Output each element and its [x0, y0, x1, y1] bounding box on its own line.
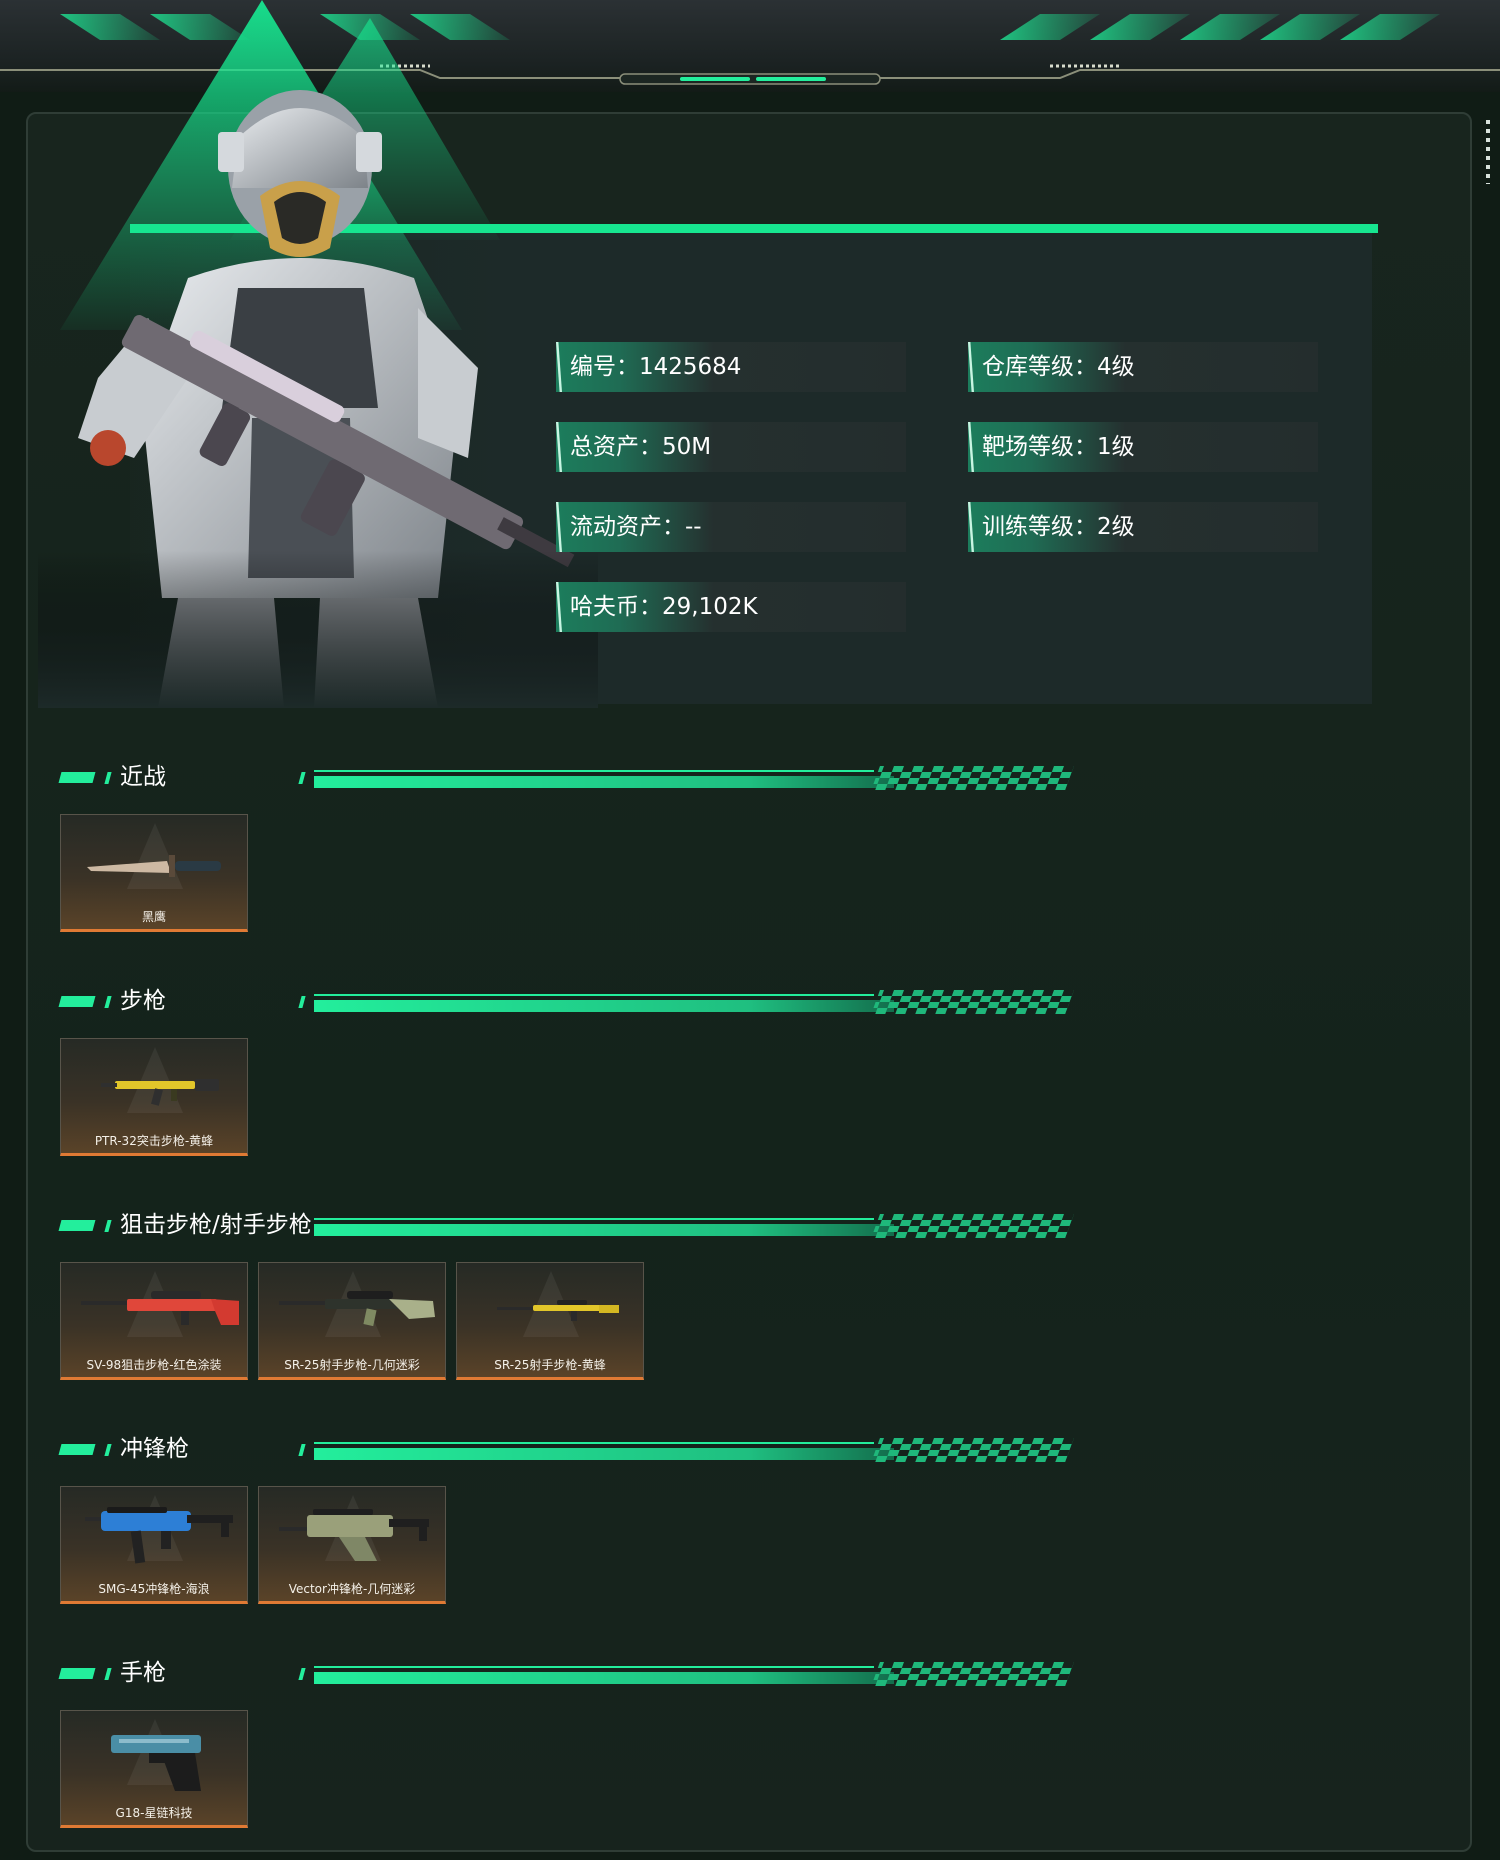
stat-label: 流动资产： — [570, 514, 685, 540]
item-name: SR-25射手步枪-几何迷彩 — [284, 1358, 420, 1372]
stat-label: 训练等级： — [982, 514, 1097, 540]
item-name: PTR-32突击步枪-黄蜂 — [94, 1134, 214, 1148]
section-header-smg: 冲锋枪 — [58, 1432, 1080, 1468]
stat-player-id: 编号：1425684 — [556, 342, 906, 392]
stat-label: 哈夫币： — [570, 594, 662, 620]
section-divider-bar — [314, 1438, 1074, 1462]
section-mark — [58, 1220, 96, 1231]
stat-warehouse-level: 仓库等级：4级 — [968, 342, 1318, 392]
section-mark — [58, 1444, 96, 1455]
stat-value: 50M — [662, 434, 712, 460]
section-divider-bar — [314, 1662, 1074, 1686]
marksman-rifle-icon — [497, 1300, 619, 1321]
stat-value: 1425684 — [639, 354, 742, 380]
item-card[interactable]: PTR-32突击步枪-黄蜂 — [60, 1038, 248, 1156]
stat-value: -- — [685, 514, 702, 540]
stat-total-assets: 总资产：50M — [556, 422, 906, 472]
item-name: SMG-45冲锋枪-海浪 — [98, 1582, 210, 1596]
marksman-rifle-icon — [279, 1291, 435, 1327]
section-header-rifle: 步枪 — [58, 984, 1080, 1020]
smg-icon — [279, 1509, 429, 1561]
item-card[interactable]: SV-98狙击步枪-红色涂装 — [60, 1262, 248, 1380]
stat-liquid-assets: 流动资产：-- — [556, 502, 906, 552]
stat-value: 29,102K — [662, 594, 758, 620]
stat-value: 2级 — [1097, 514, 1135, 540]
section-title: 冲锋枪 — [120, 1436, 189, 1462]
knife-icon — [87, 855, 221, 877]
operator-avatar — [38, 78, 598, 708]
section-title: 手枪 — [120, 1660, 166, 1686]
stat-label: 总资产： — [570, 434, 662, 460]
section-tick — [298, 1668, 306, 1680]
stat-label: 仓库等级： — [982, 354, 1097, 380]
stat-range-level: 靶场等级：1级 — [968, 422, 1318, 472]
section-mark — [104, 1444, 112, 1456]
stat-value: 1级 — [1097, 434, 1135, 460]
section-mark — [104, 996, 112, 1008]
section-tick — [298, 996, 306, 1008]
item-card[interactable]: G18-星链科技 — [60, 1710, 248, 1828]
item-card[interactable]: SR-25射手步枪-黄蜂 — [456, 1262, 644, 1380]
stat-label: 编号： — [570, 354, 639, 380]
section-mark — [58, 1668, 96, 1679]
section-divider-bar — [314, 766, 1074, 790]
item-name: G18-星链科技 — [115, 1806, 193, 1820]
section-divider-bar — [314, 990, 1074, 1014]
section-tick — [298, 1444, 306, 1456]
section-mark — [104, 1220, 112, 1232]
section-title: 步枪 — [120, 988, 166, 1014]
sniper-rifle-icon — [81, 1291, 239, 1325]
section-tick — [298, 772, 306, 784]
item-card[interactable]: Vector冲锋枪-几何迷彩 — [258, 1486, 446, 1604]
section-divider-bar — [314, 1214, 1074, 1238]
item-name: SV-98狙击步枪-红色涂装 — [86, 1358, 222, 1372]
stat-training-level: 训练等级：2级 — [968, 502, 1318, 552]
item-name: Vector冲锋枪-几何迷彩 — [288, 1582, 416, 1596]
item-card[interactable]: 黑鹰 — [60, 814, 248, 932]
section-mark — [58, 996, 96, 1007]
stat-value: 4级 — [1097, 354, 1135, 380]
item-name: 黑鹰 — [141, 910, 166, 924]
item-card[interactable]: SMG-45冲锋枪-海浪 — [60, 1486, 248, 1604]
stat-label: 靶场等级： — [982, 434, 1097, 460]
section-header-melee: 近战 — [58, 760, 1080, 796]
side-dots-decor — [1486, 120, 1490, 184]
section-mark — [104, 1668, 112, 1680]
pistol-icon — [111, 1735, 201, 1791]
stat-haf-coin: 哈夫币：29,102K — [556, 582, 906, 632]
section-mark — [58, 772, 96, 783]
item-card[interactable]: SR-25射手步枪-几何迷彩 — [258, 1262, 446, 1380]
section-title: 近战 — [120, 764, 166, 790]
smg-icon — [85, 1507, 233, 1564]
rifle-icon — [101, 1079, 219, 1106]
section-title: 狙击步枪/射手步枪 — [120, 1212, 312, 1238]
section-header-sniper: 狙击步枪/射手步枪 — [58, 1208, 1080, 1244]
section-header-pistol: 手枪 — [58, 1656, 1080, 1692]
section-mark — [104, 772, 112, 784]
item-name: SR-25射手步枪-黄蜂 — [494, 1358, 606, 1372]
